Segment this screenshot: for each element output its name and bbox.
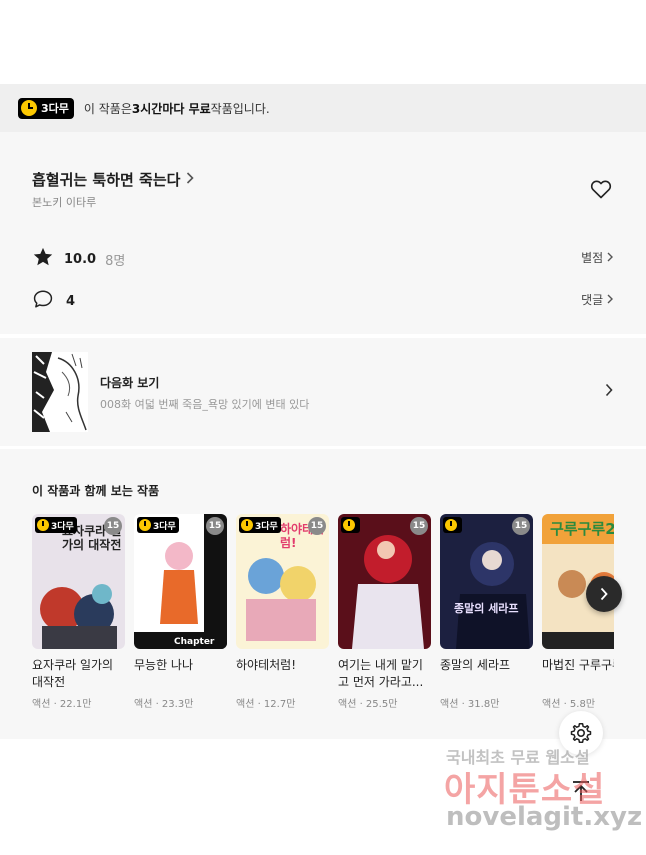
recommendation-title: 하야테처럼!: [236, 658, 297, 672]
rate-button-label: 별점: [581, 251, 604, 265]
arrow-up-icon: [573, 781, 589, 801]
comment-button-label: 댓글: [581, 293, 604, 307]
age-rating-badge: 15: [410, 517, 428, 535]
recommendation-title: 무능한 나나: [134, 658, 194, 672]
free-badge: 3다무: [137, 517, 179, 533]
cover-title: 구루구루2: [550, 520, 614, 538]
recommendations-list: 요자쿠라 일가의 대작전 3다무 15 요자쿠라 일가의 대작전 액션 · 22…: [32, 514, 614, 724]
rate-button[interactable]: 별점: [581, 249, 613, 266]
banner-text-after: 작품입니다.: [210, 101, 270, 116]
free-badge-label: 3다무: [51, 521, 74, 532]
heart-icon[interactable]: [589, 177, 613, 201]
recommendation-item[interactable]: 15 여기는 내게 맡기고 먼저 가라고... 액션 · 25.5만: [338, 514, 431, 710]
clock-icon: [343, 519, 355, 531]
chevron-right-icon: [607, 252, 613, 262]
next-episode-title: 다음화 보기: [100, 376, 160, 390]
free-badge: 3다무: [239, 517, 281, 533]
scroll-top-button[interactable]: [559, 769, 603, 813]
rating-value: 10.0: [64, 251, 97, 267]
recommendation-title: 마법진 구루구루 2: [542, 658, 614, 672]
next-episode-subtitle: 008화 여덟 번째 죽음_욕망 있기에 변태 있다: [100, 398, 310, 411]
free-badge: 3다무: [18, 97, 74, 119]
cover-title: Chapter 079: [174, 637, 215, 647]
age-rating-badge: 15: [308, 517, 326, 535]
recommendation-item[interactable]: 하야테처럼! 3다무 15 하야테처럼! 액션 · 12.7만: [236, 514, 329, 710]
recommendation-meta: 액션 · 12.7만: [236, 699, 296, 710]
comment-row: 4: [32, 288, 75, 314]
recommendation-meta: 액션 · 25.5만: [338, 699, 398, 710]
rating-count: 8명: [105, 253, 126, 269]
free-badge-label: 3다무: [153, 521, 176, 532]
recommendation-title: 여기는 내게 맡기고 먼저 가라고...: [338, 658, 424, 689]
recommendation-item[interactable]: 종말의 세라프 15 종말의 세라프 액션 · 31.8만: [440, 514, 533, 710]
work-title: 흡혈귀는 툭하면 죽는다: [32, 171, 181, 189]
recommendation-meta: 액션 · 22.1만: [32, 699, 92, 710]
recommendation-cover: 15: [338, 514, 431, 649]
watermark: 국내최초 무료 웹소설 아지툰소설 novelagit.xyz: [432, 740, 642, 840]
free-badge-label: 3다무: [41, 102, 69, 115]
rating-row: 10.0 8명: [32, 246, 125, 272]
star-icon: [32, 246, 54, 272]
comment-button[interactable]: 댓글: [581, 291, 613, 308]
chevron-right-icon: [607, 294, 613, 304]
work-title-link[interactable]: 흡혈귀는 툭하면 죽는다: [32, 169, 195, 190]
recommendation-item[interactable]: Chapter 079 3다무 15 무능한 나나 액션 · 23.3만: [134, 514, 227, 710]
recommendation-cover: 종말의 세라프 15: [440, 514, 533, 649]
chevron-right-icon: [600, 587, 608, 601]
chevron-right-icon: [186, 171, 195, 188]
settings-button[interactable]: [559, 711, 603, 755]
comment-icon: [32, 288, 54, 314]
recommendation-title: 요자쿠라 일가의 대작전: [32, 658, 114, 689]
recommendation-item[interactable]: 구루구루2 마법진 구루구루 2 액션 · 5.8만: [542, 514, 614, 710]
recommendations-section: 이 작품과 함께 보는 작품 요자쿠라 일가의 대작전 3다무 15 요자쿠라 …: [0, 449, 646, 739]
cover-title: 종말의 세라프: [454, 602, 519, 615]
recommendation-cover: 하야테처럼! 3다무 15: [236, 514, 329, 649]
work-info-section: 흡혈귀는 툭하면 죽는다 본노키 이타루 10.0 8명 별점 4 댓글: [0, 132, 646, 334]
clock-icon: [21, 100, 37, 116]
free-badge: [341, 517, 360, 533]
next-episode-thumbnail: [32, 352, 88, 432]
comment-count: 4: [66, 293, 76, 309]
free-banner: 3다무 이 작품은 3시간마다 무료 작품입니다.: [0, 84, 646, 132]
work-author: 본노키 이타루: [32, 196, 97, 209]
carousel-next-button[interactable]: [586, 576, 622, 612]
free-badge: 3다무: [35, 517, 77, 533]
recommendation-title: 종말의 세라프: [440, 658, 511, 672]
recommendation-meta: 액션 · 31.8만: [440, 699, 500, 710]
next-episode-card[interactable]: 다음화 보기 008화 여덟 번째 죽음_욕망 있기에 변태 있다: [0, 338, 646, 446]
clock-icon: [445, 519, 457, 531]
recommendation-meta: 액션 · 5.8만: [542, 699, 596, 710]
chevron-right-icon: [605, 383, 613, 401]
recommendation-meta: 액션 · 23.3만: [134, 699, 194, 710]
page: 3다무 이 작품은 3시간마다 무료 작품입니다. 흡혈귀는 툭하면 죽는다 본…: [0, 0, 646, 855]
recommendations-heading: 이 작품과 함께 보는 작품: [32, 484, 160, 498]
age-rating-badge: 15: [206, 517, 224, 535]
recommendation-cover: 요자쿠라 일가의 대작전 3다무 15: [32, 514, 125, 649]
clock-icon: [241, 519, 253, 531]
banner-text-bold: 3시간마다 무료: [131, 101, 211, 116]
gear-icon: [570, 723, 592, 743]
recommendation-cover: Chapter 079 3다무 15: [134, 514, 227, 649]
clock-icon: [139, 519, 151, 531]
banner-text-before: 이 작품은: [83, 101, 132, 116]
free-badge-label: 3다무: [255, 521, 278, 532]
age-rating-badge: 15: [512, 517, 530, 535]
recommendation-item[interactable]: 요자쿠라 일가의 대작전 3다무 15 요자쿠라 일가의 대작전 액션 · 22…: [32, 514, 125, 710]
age-rating-badge: 15: [104, 517, 122, 535]
watermark-line3: novelagit.xyz: [446, 802, 643, 832]
clock-icon: [37, 519, 49, 531]
free-badge: [443, 517, 462, 533]
